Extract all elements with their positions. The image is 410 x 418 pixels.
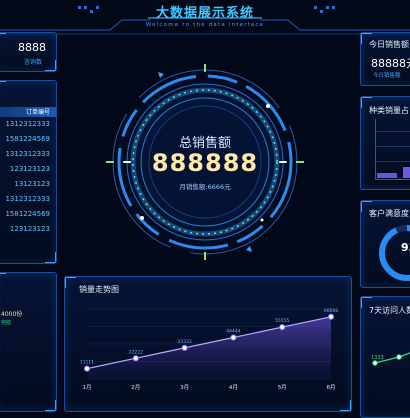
satisfaction-value: 93 — [401, 241, 410, 254]
category-sales-panel: 种类销量占 — [360, 96, 410, 190]
order-column-header: 订单编号 — [25, 109, 50, 116]
order-row: 123123123 — [9, 225, 50, 233]
trend-point — [230, 334, 237, 341]
order-row: 1312312333 — [5, 195, 50, 203]
today-sales-panel: 今日销售额 88888元 今日销售额 — [360, 32, 410, 86]
trend-data-label: 33333 — [177, 339, 191, 345]
trend-tick-label: 4月 — [229, 384, 238, 391]
visits-panel: 7天访问人数 1333 — [360, 296, 410, 418]
total-sales-value: 888888 — [151, 149, 259, 177]
category-bar — [403, 167, 410, 178]
order-row: 13123123 — [14, 180, 50, 188]
sales-trend-panel: 销量走势图 11111 1月 22222 2月 33333 3月 44444 4月 55555 5… — [64, 276, 352, 412]
visits-title: 7天访问人数 — [369, 306, 410, 315]
category-bar — [377, 173, 397, 178]
sales-trend-chart: 11111 1月 22222 2月 33333 3月 44444 4月 55555 5月 66666… — [80, 308, 338, 391]
satisfaction-panel: 客户满意度 93 — [360, 200, 410, 288]
trend-point — [83, 365, 91, 372]
category-sales-title: 种类销量占 — [369, 106, 409, 115]
satisfaction-title: 客户满意度 — [369, 209, 409, 218]
completion-label: 完结 — [1, 320, 12, 326]
page-subtitle: Welcome to the data interface — [145, 22, 265, 28]
monthly-sales-label: 月销售额:6666元 — [179, 183, 231, 191]
consult-value: 8888 — [18, 41, 46, 54]
today-sales-title: 今日销售额 — [369, 40, 409, 49]
order-list-panel: 订单编号 1312312333 1581224569 1312312333 12… — [0, 80, 57, 264]
trend-point — [181, 344, 188, 351]
trend-tick-label: 5月 — [278, 384, 287, 391]
page-title: 大数据展示系统 — [155, 6, 254, 21]
trend-tick-label: 2月 — [131, 384, 140, 391]
today-sales-value: 88888元 — [371, 57, 410, 70]
order-row: 1312312333 — [5, 150, 50, 158]
trend-data-label: 44444 — [226, 329, 240, 335]
trend-tick-label: 1月 — [83, 384, 92, 391]
trend-data-label: 55555 — [275, 318, 289, 324]
order-row: 123123123 — [9, 165, 50, 173]
trend-data-label: 22222 — [129, 349, 143, 355]
order-row: 1312312333 — [5, 120, 50, 128]
completion-panel: 4000份 完结 — [0, 272, 57, 412]
today-sales-label: 今日销售额 — [373, 73, 401, 79]
total-sales-gauge: 总销售额 888888 月销售额:6666元 — [92, 60, 318, 270]
trend-area — [87, 316, 331, 379]
trend-data-label: 66666 — [324, 308, 338, 314]
trend-point — [327, 313, 335, 320]
trend-tick-label: 3月 — [180, 384, 189, 391]
trend-tick-label: 6月 — [327, 384, 336, 391]
completion-value: 4000份 — [1, 311, 23, 318]
trend-point — [132, 355, 139, 362]
trend-data-label: 11111 — [80, 360, 94, 366]
visits-point-label: 1333 — [371, 355, 384, 361]
order-row: 1581224569 — [5, 210, 50, 218]
consult-label: 咨询数 — [23, 59, 42, 66]
order-row: 1581224569 — [5, 135, 50, 143]
trend-point — [279, 324, 286, 331]
consult-panel: 8888 咨询数 — [0, 32, 57, 72]
